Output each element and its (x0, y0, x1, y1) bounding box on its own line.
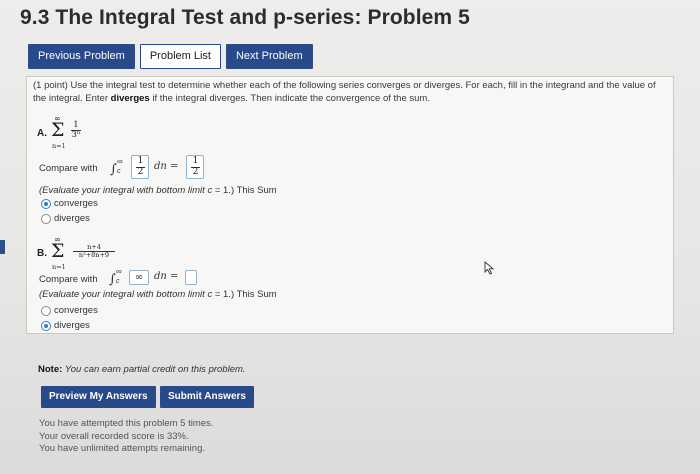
integral-icon: ∫ (110, 162, 117, 177)
status-remaining: You have unlimited attempts remaining. (39, 443, 205, 454)
part-b-value-input[interactable] (185, 270, 197, 285)
part-b-compare-label: Compare with (39, 274, 98, 285)
page: 9.3 The Integral Test and p-series: Prob… (0, 0, 700, 474)
part-a-integrand-input[interactable]: 1 2 (131, 155, 149, 179)
part-a-evaluate-c: c (207, 185, 213, 196)
instructions-text-2: if the integral diverges. Then indicate … (152, 92, 430, 104)
part-b-option-diverges-label: diverges (54, 320, 90, 331)
part-b-integral-upper: ∞ (116, 267, 122, 276)
part-b-sum-lower: n=1 (52, 263, 66, 271)
part-b-integrand-input[interactable]: ∞ (129, 270, 149, 285)
preview-answers-button[interactable]: Preview My Answers (41, 386, 156, 408)
next-problem-button[interactable]: Next Problem (225, 44, 313, 69)
part-a-integral-lower: c (117, 168, 121, 175)
mouse-pointer-icon (484, 261, 495, 275)
part-a-option-converges[interactable]: converges (41, 198, 98, 209)
part-a-integrand-frac: 1 2 (136, 156, 145, 178)
part-a-option-diverges[interactable]: diverges (41, 213, 90, 224)
part-b-evaluate-eq: = 1.) This Sum (214, 289, 277, 300)
part-b-evaluate-text: (Evaluate your integral with bottom limi… (39, 289, 205, 300)
radio-selected-icon[interactable] (41, 198, 51, 209)
part-b-label: B. (37, 248, 47, 259)
part-a-value-frac: 1 2 (191, 156, 200, 178)
part-a-value-denominator: 2 (192, 166, 199, 177)
part-a-option-diverges-label: diverges (54, 213, 90, 224)
part-a-integrand-denominator: 2 (137, 166, 144, 177)
part-b-evaluate-c: c (207, 289, 213, 300)
part-a-integral-upper: ∞ (117, 157, 123, 166)
note-text: You can earn partial credit on this prob… (64, 364, 246, 375)
part-b-option-converges-label: converges (54, 305, 98, 316)
part-a-series: A. ∞ Σ n=1 1 3ⁿ (37, 114, 107, 157)
status-score: Your overall recorded score is 33%. (39, 430, 189, 442)
instructions-bold-word: diverges (110, 92, 150, 104)
problem-list-button[interactable]: Problem List (139, 44, 221, 69)
part-a-option-converges-label: converges (54, 198, 98, 209)
partial-credit-note: Note: You can earn partial credit on thi… (38, 364, 246, 375)
part-a-dn: dn = (154, 161, 179, 172)
part-a-term: 1 3ⁿ (71, 120, 81, 141)
part-b-integral: ∫ ∞ c (109, 267, 129, 289)
part-a-evaluate-note: (Evaluate your integral with bottom limi… (39, 185, 277, 196)
part-a-sum-lower: n=1 (52, 142, 66, 150)
submit-answers-button[interactable]: Submit Answers (160, 386, 254, 408)
part-a-compare-label: Compare with (39, 163, 98, 174)
problem-instructions: (1 point) Use the integral test to deter… (33, 80, 665, 105)
part-b-evaluate-note: (Evaluate your integral with bottom limi… (39, 289, 277, 300)
part-b-term-denominator: n²+8n+9 (78, 251, 110, 260)
part-b-integral-lower: c (116, 278, 120, 285)
radio-icon[interactable] (41, 213, 51, 224)
part-b-option-diverges[interactable]: diverges (41, 320, 90, 331)
problem-nav: Previous Problem Problem List Next Probl… (28, 44, 313, 69)
status-attempts: You have attempted this problem 5 times. (39, 418, 214, 429)
part-a-label: A. (37, 128, 47, 139)
part-a-term-denominator: 3ⁿ (71, 130, 81, 141)
part-b-option-converges[interactable]: converges (41, 305, 98, 316)
part-a-evaluate-eq: = 1.) This Sum (214, 185, 277, 196)
sigma-icon: Σ (51, 119, 65, 141)
attempt-status: You have attempted this problem 5 times.… (39, 418, 213, 456)
previous-problem-button[interactable]: Previous Problem (28, 44, 135, 69)
left-edge-marker (0, 240, 5, 254)
part-b-term: n+4 n²+8n+9 (73, 243, 115, 260)
part-a-evaluate-text: (Evaluate your integral with bottom limi… (39, 185, 205, 196)
part-a-value-input[interactable]: 1 2 (186, 155, 204, 179)
radio-icon[interactable] (41, 305, 51, 316)
sigma-icon: Σ (51, 240, 65, 262)
part-a-integral: ∫ ∞ c (110, 157, 130, 179)
radio-selected-icon[interactable] (41, 320, 51, 331)
part-b-dn: dn = (154, 271, 179, 282)
integral-icon: ∫ (109, 272, 116, 287)
page-title: 9.3 The Integral Test and p-series: Prob… (20, 6, 470, 29)
note-label: Note: (38, 364, 63, 375)
problem-panel: (1 point) Use the integral test to deter… (26, 76, 674, 334)
